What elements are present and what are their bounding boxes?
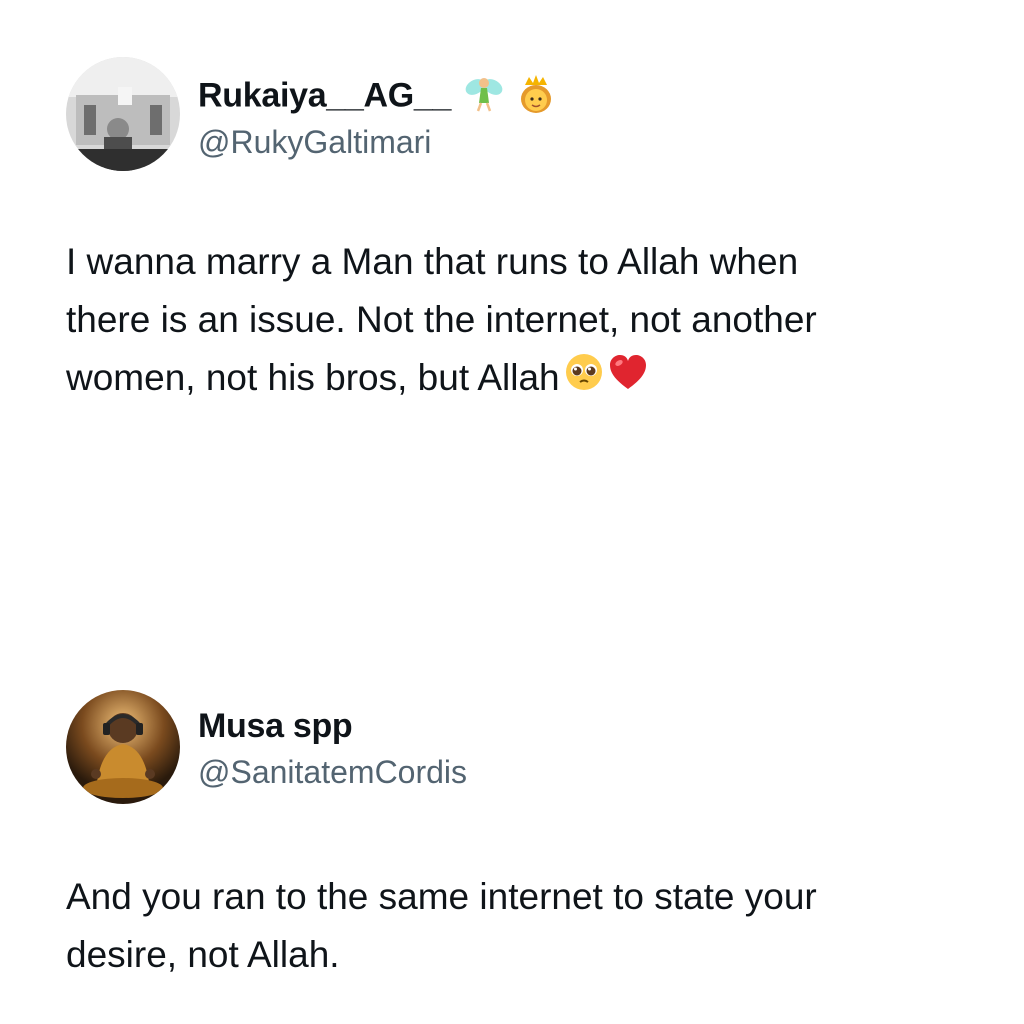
fairy-icon [464,73,504,122]
handle[interactable]: @SanitatemCordis [198,753,467,791]
tweet-text-line: I wanna marry a Man that runs to Allah w… [66,241,799,282]
tweet-text-line: women, not his bros, but Allah [66,357,560,398]
tweet-text: I wanna marry a Man that runs to Allah w… [66,233,966,409]
display-name[interactable]: Musa spp [198,706,353,746]
tweet-text-line: desire, not Allah. [66,934,340,975]
avatar[interactable] [66,690,180,804]
pleading-face-icon [564,351,604,409]
avatar[interactable] [66,57,180,171]
handle[interactable]: @RukyGaltimari [198,123,431,161]
tweet-text: And you ran to the same internet to stat… [66,868,966,984]
display-name-text: Rukaiya__AG__ [198,76,452,115]
tweet-text-line: there is an issue. Not the internet, not… [66,299,817,340]
tweet-text-line: And you ran to the same internet to stat… [66,876,817,917]
display-name-text: Musa spp [198,707,353,745]
red-heart-icon [608,351,648,409]
display-name[interactable]: Rukaiya__AG__ [198,73,555,122]
princess-icon [517,73,555,122]
